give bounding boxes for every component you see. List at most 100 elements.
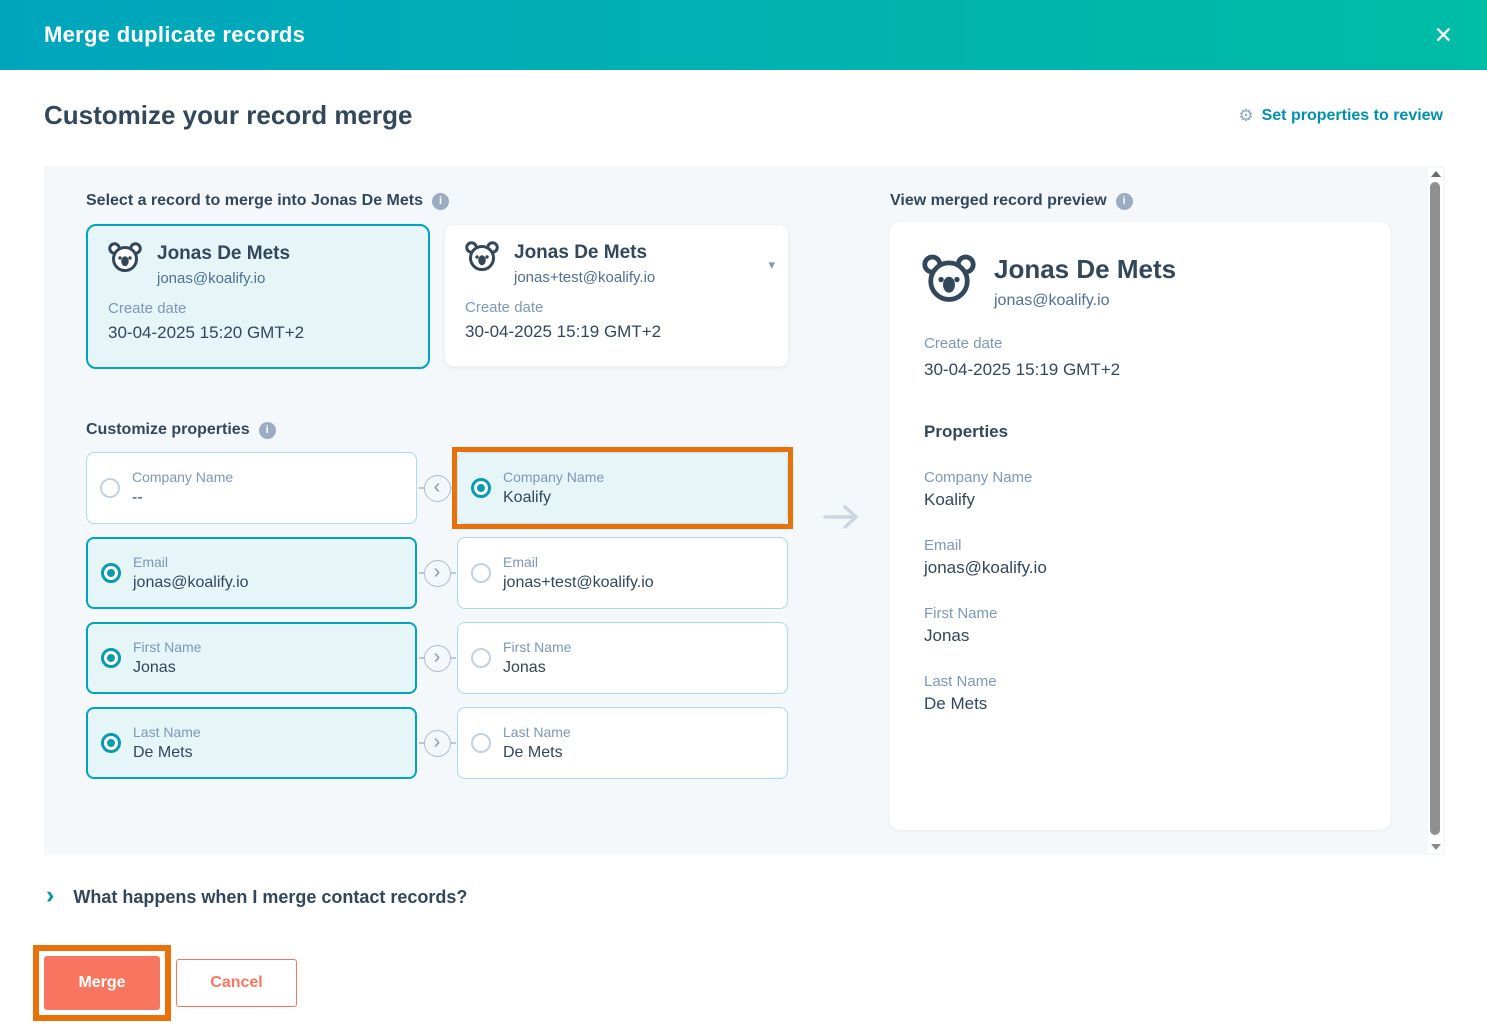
property-value: Jonas bbox=[924, 626, 1358, 646]
property-value: jonas+test@koalify.io bbox=[503, 574, 654, 592]
chevron-left-icon: ‹ bbox=[424, 475, 451, 502]
property-row-first-name: First Name Jonas › First Name Jonas bbox=[86, 622, 832, 694]
radio-checked[interactable] bbox=[101, 733, 121, 753]
preview-record-name: Jonas De Mets bbox=[994, 254, 1176, 285]
property-value: jonas@koalify.io bbox=[133, 574, 249, 592]
chevron-right-icon: › bbox=[424, 560, 451, 587]
property-value: jonas@koalify.io bbox=[924, 558, 1358, 578]
customize-properties-title-text: Customize properties bbox=[86, 421, 250, 439]
customize-properties-title: Customize properties i bbox=[86, 421, 832, 439]
property-label: Email bbox=[503, 554, 654, 570]
radio-unchecked[interactable] bbox=[471, 733, 491, 753]
property-value: De Mets bbox=[133, 744, 201, 762]
merge-direction-connector: ‹ bbox=[417, 452, 457, 524]
preview-property: First Name Jonas bbox=[924, 605, 1358, 646]
scroll-down-arrow[interactable] bbox=[1431, 844, 1441, 850]
property-option-right[interactable]: Company Name Koalify bbox=[457, 452, 788, 524]
record-card-primary[interactable]: Jonas De Mets jonas@koalify.io Create da… bbox=[86, 224, 430, 369]
info-icon[interactable]: i bbox=[259, 422, 276, 439]
property-label: Email bbox=[133, 554, 249, 570]
merge-faq-disclosure[interactable]: › What happens when I merge contact reco… bbox=[46, 883, 467, 912]
record-name: Jonas De Mets bbox=[157, 243, 290, 265]
create-date-label: Create date bbox=[465, 299, 768, 316]
info-icon[interactable]: i bbox=[1116, 193, 1133, 210]
create-date-label: Create date bbox=[108, 300, 408, 317]
radio-checked[interactable] bbox=[101, 563, 121, 583]
property-label: First Name bbox=[503, 639, 571, 655]
property-option-left[interactable]: First Name Jonas bbox=[86, 622, 417, 694]
connector-dash bbox=[419, 742, 424, 744]
gear-icon: ⚙ bbox=[1238, 106, 1253, 126]
property-row-last-name: Last Name De Mets › Last Name De Mets bbox=[86, 707, 832, 779]
radio-unchecked[interactable] bbox=[471, 648, 491, 668]
property-value: De Mets bbox=[503, 744, 571, 762]
radio-unchecked[interactable] bbox=[471, 563, 491, 583]
property-row-email: Email jonas@koalify.io › Email jonas+tes… bbox=[86, 537, 832, 609]
preview-section: View merged record preview i Jonas De Me… bbox=[890, 192, 1390, 830]
property-label: Email bbox=[924, 537, 1358, 554]
property-label: Last Name bbox=[924, 673, 1358, 690]
close-icon[interactable]: ✕ bbox=[1434, 24, 1453, 47]
merge-panel: Select a record to merge into Jonas De M… bbox=[44, 166, 1445, 855]
preview-record-email: jonas@koalify.io bbox=[994, 292, 1176, 310]
record-name: Jonas De Mets bbox=[514, 242, 655, 264]
property-value: -- bbox=[132, 489, 233, 507]
property-option-right[interactable]: First Name Jonas bbox=[457, 622, 788, 694]
set-properties-label: Set properties to review bbox=[1262, 107, 1443, 125]
property-value: Jonas bbox=[503, 659, 571, 677]
preview-title: View merged record preview i bbox=[890, 192, 1390, 210]
heading-row: Customize your record merge ⚙ Set proper… bbox=[44, 100, 1443, 131]
modal-header: Merge duplicate records ✕ bbox=[0, 0, 1487, 70]
property-value: Jonas bbox=[133, 659, 201, 677]
property-option-right[interactable]: Email jonas+test@koalify.io bbox=[457, 537, 788, 609]
select-record-title: Select a record to merge into Jonas De M… bbox=[86, 192, 832, 210]
chevron-right-icon: › bbox=[424, 645, 451, 672]
chevron-right-icon: › bbox=[424, 730, 451, 757]
merged-record-preview-card: Jonas De Mets jonas@koalify.io Create da… bbox=[890, 222, 1390, 830]
preview-properties-title: Properties bbox=[924, 422, 1358, 442]
page-title: Customize your record merge bbox=[44, 100, 412, 131]
merge-direction-connector: › bbox=[417, 622, 457, 694]
property-label: Last Name bbox=[133, 724, 201, 740]
select-record-title-text: Select a record to merge into Jonas De M… bbox=[86, 192, 423, 210]
property-option-right[interactable]: Last Name De Mets bbox=[457, 707, 788, 779]
cancel-button[interactable]: Cancel bbox=[176, 959, 297, 1007]
radio-checked[interactable] bbox=[101, 648, 121, 668]
property-label: Company Name bbox=[924, 469, 1358, 486]
create-date-label: Create date bbox=[924, 335, 1358, 352]
property-option-left[interactable]: Company Name -- bbox=[86, 452, 417, 524]
vertical-scrollbar[interactable] bbox=[1428, 168, 1443, 853]
merge-button[interactable]: Merge bbox=[44, 956, 160, 1010]
connector-dash bbox=[451, 657, 456, 659]
record-cards: Jonas De Mets jonas@koalify.io Create da… bbox=[86, 224, 832, 369]
record-email: jonas+test@koalify.io bbox=[514, 269, 655, 286]
radio-unchecked[interactable] bbox=[100, 478, 120, 498]
annotation-highlight-box: Merge bbox=[33, 945, 171, 1021]
property-row-company-name: Company Name -- ‹ Company Name Koalify bbox=[86, 452, 832, 524]
koala-avatar-icon bbox=[108, 242, 142, 277]
connector-dash bbox=[451, 572, 456, 574]
arrow-right-icon bbox=[823, 502, 861, 537]
connector-dash bbox=[419, 487, 424, 489]
info-icon[interactable]: i bbox=[432, 193, 449, 210]
property-value: Koalify bbox=[924, 490, 1358, 510]
property-rows: Company Name -- ‹ Company Name Koalify bbox=[86, 452, 832, 779]
connector-dash bbox=[451, 742, 456, 744]
property-label: Company Name bbox=[503, 469, 604, 485]
scrollbar-thumb[interactable] bbox=[1430, 182, 1440, 835]
record-card-secondary[interactable]: Jonas De Mets jonas+test@koalify.io Crea… bbox=[444, 224, 789, 367]
property-value: Koalify bbox=[503, 489, 604, 507]
set-properties-link[interactable]: ⚙ Set properties to review bbox=[1238, 106, 1443, 126]
preview-property: Email jonas@koalify.io bbox=[924, 537, 1358, 578]
merge-direction-connector: › bbox=[417, 707, 457, 779]
koala-avatar-icon bbox=[922, 254, 976, 307]
property-label: Company Name bbox=[132, 469, 233, 485]
radio-checked[interactable] bbox=[471, 478, 491, 498]
property-option-left[interactable]: Email jonas@koalify.io bbox=[86, 537, 417, 609]
property-value: De Mets bbox=[924, 694, 1358, 714]
connector-dash bbox=[419, 657, 424, 659]
scroll-up-arrow[interactable] bbox=[1431, 171, 1441, 177]
property-option-left[interactable]: Last Name De Mets bbox=[86, 707, 417, 779]
preview-title-text: View merged record preview bbox=[890, 192, 1107, 210]
chevron-down-icon[interactable]: ▾ bbox=[768, 257, 775, 273]
